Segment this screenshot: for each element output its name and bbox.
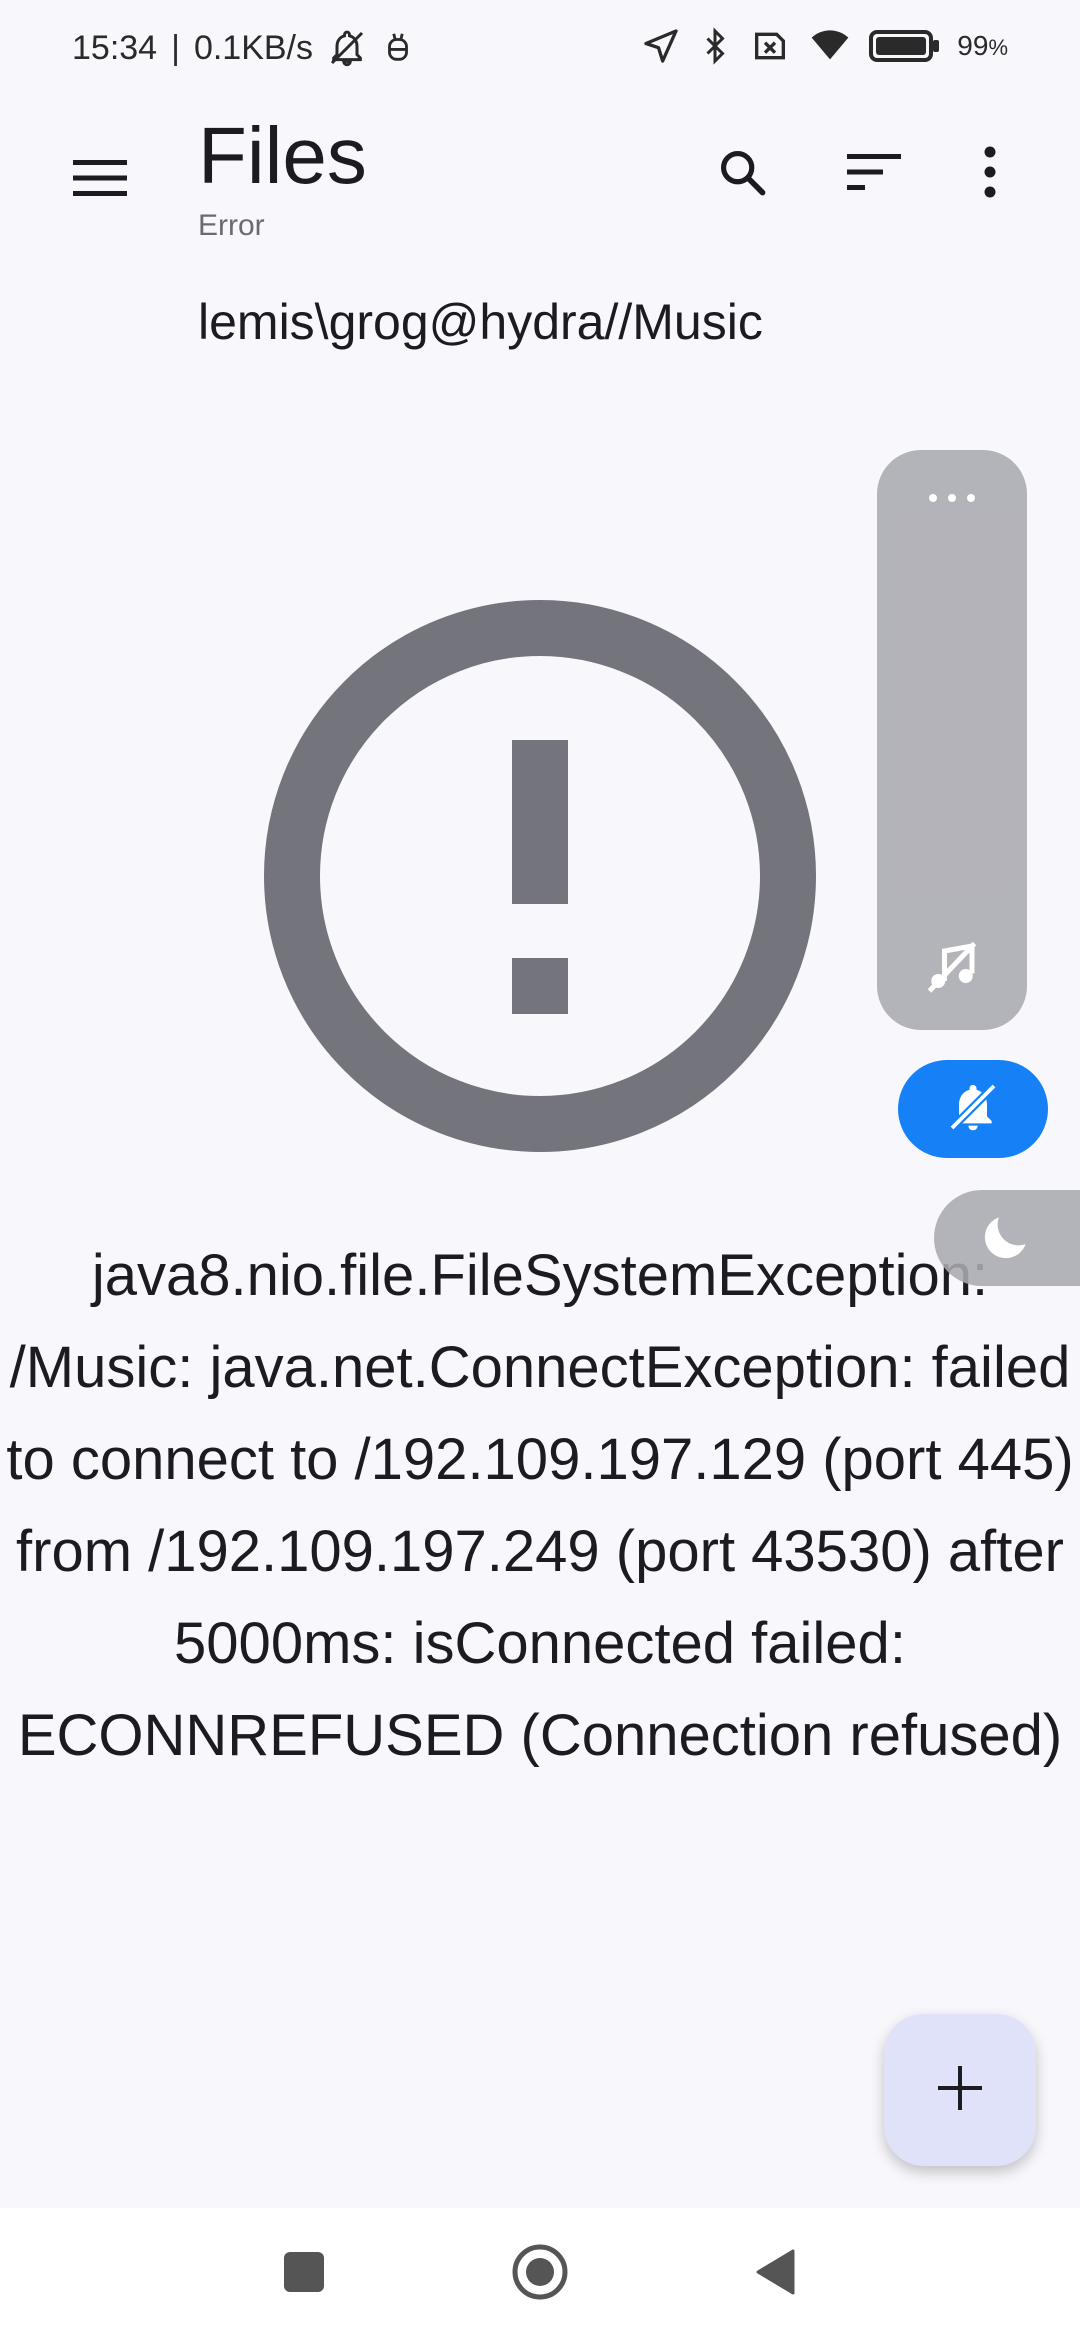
add-icon [938, 2065, 982, 2115]
wifi-icon [807, 26, 853, 66]
home-circle-icon [511, 2243, 569, 2306]
floating-sound-panel[interactable] [877, 450, 1027, 1030]
error-message: java8.nio.file.FileSystemException: /Mus… [6, 1243, 1074, 1768]
location-arrow-icon [641, 26, 681, 66]
night-mode-button[interactable] [934, 1190, 1080, 1286]
sort-button[interactable] [826, 126, 922, 222]
navigation-bar [0, 2208, 1080, 2340]
menu-button[interactable] [60, 140, 140, 220]
bluetooth-icon [697, 26, 733, 66]
android-debug-icon [381, 31, 415, 65]
recents-square-icon [283, 2251, 325, 2298]
battery-percent: 99% [957, 30, 1008, 61]
more-horiz-icon[interactable] [877, 470, 1027, 526]
status-time: 15:34 [72, 28, 158, 67]
mute-notifications-icon [327, 28, 367, 68]
status-separator: | [171, 28, 180, 67]
back-button[interactable] [736, 2234, 816, 2314]
bell-off-icon [945, 1079, 1001, 1140]
status-network-speed: 0.1KB/s [193, 28, 314, 67]
mute-toggle-button[interactable] [898, 1060, 1048, 1158]
battery-icon [869, 28, 941, 64]
moon-icon [979, 1208, 1035, 1269]
search-icon [716, 146, 768, 203]
add-fab-button[interactable] [884, 2014, 1036, 2166]
page-subtitle: Error [198, 209, 265, 242]
error-outline-icon [264, 600, 816, 1152]
page-title: Files [198, 111, 367, 200]
sim-icon [749, 26, 791, 66]
search-button[interactable] [694, 126, 790, 222]
status-bar: 15:34 | 0.1KB/s 99% [0, 0, 1080, 100]
music-off-icon[interactable] [922, 936, 982, 996]
back-triangle-icon [755, 2249, 797, 2300]
more-vert-icon [983, 146, 997, 203]
more-options-button[interactable] [942, 126, 1038, 222]
menu-icon [73, 158, 127, 203]
battery-unit: % [988, 35, 1008, 60]
home-button[interactable] [500, 2234, 580, 2314]
status-right: 99% [641, 26, 1008, 66]
breadcrumb[interactable]: lemis\grog@hydra//Music [198, 292, 763, 352]
sort-icon [847, 152, 901, 197]
top-app-bar: Files Error [0, 100, 1080, 280]
recents-button[interactable] [264, 2234, 344, 2314]
status-left: 15:34 | 0.1KB/s [72, 28, 415, 68]
